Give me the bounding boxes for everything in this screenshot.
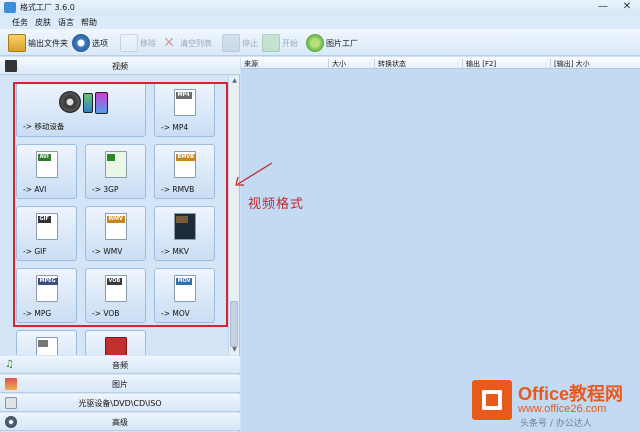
flash-file-icon (104, 337, 127, 355)
output-folder-button[interactable]: 输出文件夹 (8, 33, 68, 53)
column-status[interactable]: 转换状态 (375, 59, 463, 69)
menu-skin[interactable]: 皮肤 (35, 17, 51, 28)
scroll-thumb[interactable] (230, 301, 238, 347)
menu-language[interactable]: 语言 (58, 17, 74, 28)
tile-partial-1[interactable] (16, 330, 77, 355)
window-title: 格式工厂 3.6.0 (20, 3, 75, 12)
highlight-box (13, 82, 228, 327)
category-advanced[interactable]: 高级 (0, 413, 240, 431)
watermark-site: www.office26.com (518, 403, 607, 415)
file-icon (35, 337, 58, 355)
stop-icon (222, 34, 240, 52)
menu-bar: 任务 皮肤 语言 帮助 (0, 15, 640, 29)
task-list-header: 来源 大小 转换状态 输出 [F2] [输出] 大小 (241, 57, 640, 69)
picture-factory-button[interactable]: 图片工厂 (306, 33, 358, 53)
scroll-up-icon[interactable]: ▲ (229, 76, 240, 86)
remove-icon (120, 34, 138, 52)
close-button[interactable]: ✕ (616, 0, 638, 15)
category-rom-device[interactable]: 光驱设备\DVD\CD\ISO (0, 394, 240, 412)
minimize-button[interactable]: — (592, 0, 614, 15)
category-video[interactable]: 视频 (0, 57, 240, 75)
annotation-arrow (235, 162, 273, 186)
remove-button[interactable]: 移除 (120, 33, 156, 53)
tile-partial-2[interactable] (85, 330, 146, 355)
menu-task[interactable]: 任务 (12, 17, 28, 28)
category-picture[interactable]: 图片 (0, 375, 240, 393)
column-source[interactable]: 来源 (241, 59, 329, 69)
column-size[interactable]: 大小 (329, 59, 375, 69)
folder-icon (8, 34, 26, 52)
stop-button[interactable]: 停止 (222, 33, 258, 53)
gear-icon (72, 34, 90, 52)
tiles-scrollbar[interactable]: ▲ ▼ (228, 76, 239, 355)
menu-help[interactable]: 帮助 (81, 17, 97, 28)
watermark: Office教程网 www.office26.com 头条号 / 办公达人 (470, 378, 635, 429)
office-logo-icon (472, 380, 512, 420)
annotation-label: 视频格式 (248, 197, 305, 212)
column-output[interactable]: 输出 [F2] (463, 59, 551, 69)
app-logo-icon (4, 2, 16, 13)
options-button[interactable]: 选项 (72, 33, 108, 53)
title-bar: 格式工厂 3.6.0 — ✕ (0, 0, 640, 15)
picture-factory-icon (306, 34, 324, 52)
start-button[interactable]: 开始 (262, 33, 298, 53)
watermark-sub: 头条号 / 办公达人 (520, 419, 592, 429)
clear-x-icon: ✕ (163, 35, 175, 51)
play-icon (262, 34, 280, 52)
scroll-down-icon[interactable]: ▼ (229, 345, 240, 355)
toolbar: 输出文件夹 选项 移除 ✕ 清空列表 停止 开始 图片工厂 (0, 29, 640, 56)
clear-list-button[interactable]: ✕ 清空列表 (160, 33, 212, 53)
category-audio[interactable]: ♫ 音频 (0, 356, 240, 374)
column-output-size[interactable]: [输出] 大小 (551, 59, 640, 69)
task-list: 来源 大小 转换状态 输出 [F2] [输出] 大小 (241, 57, 640, 432)
